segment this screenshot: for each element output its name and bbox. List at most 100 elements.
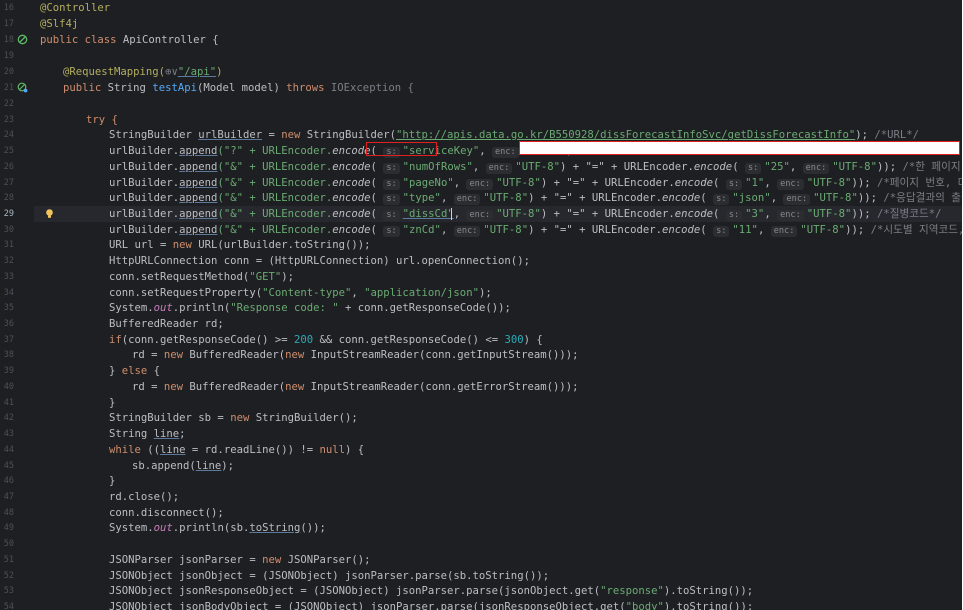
- code-text: HttpURLConnection conn = (HttpURLConnect…: [109, 255, 530, 267]
- comment: /*페이지 번호, 미입력 시 기본값 1*/: [876, 177, 962, 189]
- code-line[interactable]: rd = new BufferedReader(new InputStreamR…: [132, 347, 578, 363]
- code-line[interactable]: } else {: [109, 363, 160, 379]
- code-text: ,: [770, 192, 784, 204]
- code-line[interactable]: public String testApi(Model model) throw…: [63, 80, 414, 96]
- code-line[interactable]: System.out.println(sb.toString());: [109, 520, 326, 536]
- code-line[interactable]: urlBuilder.append("&" + URLEncoder.encod…: [109, 159, 962, 175]
- code-line[interactable]: try {: [86, 112, 118, 128]
- keyword: if: [109, 334, 122, 346]
- line-number: 37: [3, 335, 14, 345]
- code-text: BufferedReader(: [189, 349, 286, 361]
- method-call: encode: [662, 224, 701, 236]
- code-text: ;: [179, 428, 186, 440]
- param-hint: enc:: [783, 194, 811, 205]
- code-line[interactable]: HttpURLConnection conn = (HttpURLConnect…: [109, 253, 530, 269]
- code-line[interactable]: @Slf4j: [40, 16, 78, 32]
- code-text: StringBuilder(: [306, 129, 397, 141]
- code-line[interactable]: StringBuilder sb = new StringBuilder();: [109, 410, 358, 426]
- param-hint: enc:: [453, 226, 481, 237]
- code-line[interactable]: JSONObject jsonBodyObject = (JSONObject)…: [109, 599, 753, 610]
- code-line[interactable]: System.out.println("Response code: " + c…: [109, 300, 511, 316]
- code-text: InputStreamReader(conn.getInputStream())…: [310, 349, 579, 361]
- line-number: 26: [3, 162, 14, 172]
- keyword: throws: [286, 82, 331, 94]
- string: "UTF-8": [800, 224, 846, 236]
- request-mapping-gutter-icon[interactable]: [17, 82, 28, 93]
- code-text: urlBuilder.: [109, 145, 180, 157]
- code-line[interactable]: conn.setRequestProperty("Content-type", …: [109, 285, 492, 301]
- line-number: 36: [3, 319, 14, 329]
- annotation: @RequestMapping(: [63, 66, 166, 78]
- code-text: ,: [472, 161, 486, 173]
- code-line[interactable]: @RequestMapping(⊕∨"/api"): [63, 64, 223, 80]
- bean-gutter-icon[interactable]: [17, 34, 28, 45]
- code-line[interactable]: sb.append(line);: [132, 458, 234, 474]
- code-line[interactable]: urlBuilder.append("&" + URLEncoder.encod…: [109, 190, 962, 206]
- keyword: new: [285, 381, 311, 393]
- line-number: 47: [3, 492, 14, 502]
- code-text: (: [370, 224, 384, 236]
- code-text: (conn.getResponseCode() >=: [121, 334, 294, 346]
- keyword: new: [163, 381, 190, 393]
- method-call: append: [179, 224, 218, 236]
- code-line[interactable]: String line;: [109, 426, 186, 442]
- code-line[interactable]: while ((line = rd.readLine()) != null) {: [109, 442, 364, 458]
- method-call: encode: [332, 224, 371, 236]
- method-call: append: [179, 208, 218, 220]
- code-line[interactable]: rd = new BufferedReader(new InputStreamR…: [132, 379, 578, 395]
- line-number: 38: [3, 350, 14, 360]
- code-text: ) + "=" + URLEncoder.: [559, 161, 694, 173]
- param-hint: s:: [725, 210, 743, 221]
- line-number: 29: [3, 209, 14, 219]
- code-line[interactable]: JSONParser jsonParser = new JSONParser()…: [109, 552, 371, 568]
- code-text: && conn.getResponseCode() <=: [313, 334, 505, 346]
- method-name: testApi: [152, 82, 197, 94]
- code-line[interactable]: JSONObject jsonObject = (JSONObject) jso…: [109, 568, 549, 584]
- code-text: .println(sb.: [172, 522, 250, 534]
- code-text: StringBuilder();: [255, 412, 358, 424]
- keyword: new: [172, 239, 199, 251]
- url-string[interactable]: "http://apis.data.go.kr/B550928/dissFore…: [396, 129, 855, 141]
- code-line[interactable]: urlBuilder.append("&" + URLEncoder.encod…: [109, 206, 941, 222]
- string: "GET": [249, 271, 282, 283]
- code-text: String: [107, 82, 153, 94]
- code-line[interactable]: }: [109, 473, 115, 489]
- lightbulb-icon[interactable]: [44, 208, 55, 219]
- line-number: 22: [3, 99, 14, 109]
- code-line[interactable]: URL url = new URL(urlBuilder.toString())…: [109, 237, 371, 253]
- line-number: 39: [3, 366, 14, 376]
- code-text: urlBuilder.: [109, 224, 180, 236]
- string: "UTF-8": [515, 161, 560, 173]
- mapping-path-link[interactable]: "/api": [178, 66, 216, 78]
- code-line[interactable]: @Controller: [40, 0, 110, 16]
- string: ("&" + URLEncoder.: [217, 177, 333, 189]
- line-number: 35: [3, 303, 14, 313]
- redacted-key-box: [519, 141, 960, 155]
- globe-icon[interactable]: ⊕∨: [165, 66, 178, 78]
- code-line[interactable]: }: [109, 395, 115, 411]
- string: "11": [732, 224, 758, 236]
- method-call: encode: [674, 208, 714, 220]
- param-hint: s:: [713, 226, 730, 237]
- code-line[interactable]: rd.close();: [109, 489, 179, 505]
- code-text: (: [732, 161, 745, 173]
- code-line[interactable]: JSONObject jsonResponseObject = (JSONObj…: [109, 583, 753, 599]
- keyword: new: [285, 349, 311, 361]
- code-editor[interactable]: 16 17 18 19 20 21 22 23 24 25 26 27 28 2…: [0, 0, 962, 610]
- code-line[interactable]: urlBuilder.append("&" + URLEncoder.encod…: [109, 222, 962, 238]
- code-line[interactable]: conn.setRequestMethod("GET");: [109, 269, 294, 285]
- code-text: ,: [789, 161, 803, 173]
- code-line[interactable]: BufferedReader rd;: [109, 316, 224, 332]
- code-line[interactable]: if(conn.getResponseCode() >= 200 && conn…: [109, 332, 543, 348]
- method-call: encode: [332, 177, 371, 189]
- code-text: System.: [109, 522, 154, 534]
- code-line[interactable]: public class ApiController {: [40, 32, 219, 48]
- code-text: ));: [845, 224, 865, 236]
- code-text: = rd.readLine()) !=: [185, 444, 320, 456]
- code-text: (Model model): [196, 82, 287, 94]
- code-line[interactable]: urlBuilder.append("&" + URLEncoder.encod…: [109, 175, 962, 191]
- line-number: 17: [3, 19, 14, 29]
- code-line[interactable]: conn.disconnect();: [109, 505, 224, 521]
- param-hint: s:: [383, 163, 400, 174]
- code-text: String: [109, 428, 154, 440]
